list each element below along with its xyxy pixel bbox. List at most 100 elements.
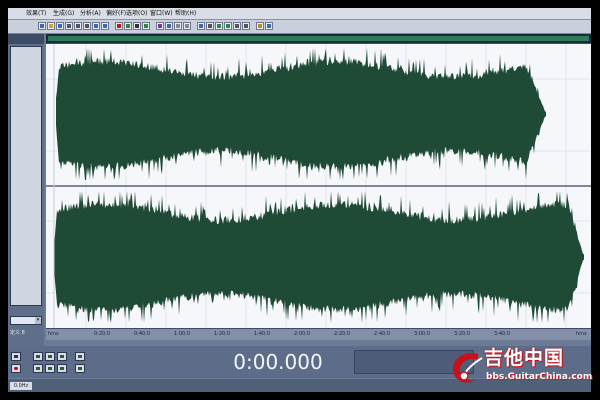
grid-button[interactable]	[242, 22, 250, 30]
time-tick-label: 3:40.0	[494, 331, 510, 337]
record-button[interactable]	[11, 364, 21, 373]
time-tick-label: 1:40.0	[254, 331, 270, 337]
menu-item-help[interactable]: 帮助(H)	[175, 9, 196, 18]
zoom-out-vertical-button[interactable]	[75, 364, 85, 373]
copy-icon	[76, 24, 80, 28]
new-file-icon	[40, 24, 44, 28]
zoom-button[interactable]	[142, 22, 150, 30]
zoom-out-icon	[48, 355, 52, 358]
time-tick-label: 2:00.0	[294, 331, 310, 337]
save-button[interactable]	[56, 22, 64, 30]
grid-icon	[244, 24, 248, 28]
menu-item-window[interactable]: 窗口(W)	[150, 9, 173, 18]
open-icon	[49, 24, 53, 28]
cut-icon	[67, 24, 71, 28]
settings-icon	[208, 24, 212, 28]
open-button[interactable]	[47, 22, 55, 30]
time-tick-label: 3:20.0	[454, 331, 470, 337]
new-file-button[interactable]	[38, 22, 46, 30]
overview-range[interactable]	[48, 36, 589, 41]
zoom-in-icon	[36, 355, 40, 358]
waveform-display[interactable]	[46, 44, 591, 328]
redo-icon	[103, 24, 107, 28]
time-display: 0:00.000	[208, 350, 348, 374]
loop-button[interactable]	[197, 22, 205, 30]
zoom-left-button[interactable]	[33, 364, 43, 373]
meter-button[interactable]	[256, 22, 264, 30]
menu-item-analyze[interactable]: 分析(A)	[80, 9, 101, 18]
status-tab[interactable]: 0.0Hz	[10, 382, 32, 390]
record-icon	[117, 24, 121, 28]
redo-button[interactable]	[101, 22, 109, 30]
multitrack-icon	[158, 24, 162, 28]
zoom-out-horizontal-button[interactable]	[45, 352, 55, 361]
panel-footer-text: 定义 8	[10, 330, 25, 336]
menu-item-favorites[interactable]: 偏好(F)	[106, 9, 126, 18]
time-tick-label: 0:20.0	[94, 331, 110, 337]
save-icon	[58, 24, 62, 28]
zoom-right-button[interactable]	[45, 364, 55, 373]
mix-button[interactable]	[183, 22, 191, 30]
multitrack-button[interactable]	[156, 22, 164, 30]
copy-button[interactable]	[74, 22, 82, 30]
cd-icon	[267, 24, 271, 28]
waveform-view[interactable]: hms 0:20.0 0:40.0 1:00.0 1:20.0 1:40.0 2:00.0 2…	[46, 34, 591, 340]
time-tick-label: 3:00.0	[414, 331, 430, 337]
region-icon	[226, 24, 230, 28]
panel-dropdown[interactable]: ▾	[10, 316, 42, 325]
paste-icon	[85, 24, 89, 28]
spectral-icon	[176, 24, 180, 28]
spectral-button[interactable]	[174, 22, 182, 30]
zoom-selection-icon	[60, 367, 64, 370]
play-button[interactable]	[124, 22, 132, 30]
marker-icon	[217, 24, 221, 28]
screen: 效果(T) 生成(G) 分析(A) 偏好(F) 选项(O) 窗口(W) 帮助(H…	[0, 0, 600, 400]
snap-button[interactable]	[233, 22, 241, 30]
undo-button[interactable]	[92, 22, 100, 30]
edit-view-button[interactable]	[165, 22, 173, 30]
zoom-selection-button[interactable]	[57, 364, 67, 373]
chevron-down-icon[interactable]: ▾	[35, 317, 41, 324]
meter-icon	[258, 24, 262, 28]
snap-icon	[235, 24, 239, 28]
zoom-full-button[interactable]	[57, 352, 67, 361]
time-tick-label: 1:00.0	[174, 331, 190, 337]
menu-item-effects[interactable]: 效果(T)	[26, 9, 46, 18]
stop-button[interactable]	[11, 352, 21, 361]
watermark: 吉他中国 bbs.GuitarChina.com	[448, 346, 594, 392]
settings-button[interactable]	[206, 22, 214, 30]
cd-button[interactable]	[265, 22, 273, 30]
zoom-in-horizontal-button[interactable]	[33, 352, 43, 361]
marker-button[interactable]	[215, 22, 223, 30]
time-tick-label: hms	[48, 331, 59, 337]
zoom-full-icon	[60, 355, 64, 358]
time-tick-label: hms	[576, 331, 587, 337]
overview-bar[interactable]	[46, 34, 591, 43]
menu-bar: 效果(T) 生成(G) 分析(A) 偏好(F) 选项(O) 窗口(W) 帮助(H…	[8, 8, 591, 20]
guitar-logo-icon	[452, 352, 483, 383]
toolbar	[8, 20, 591, 34]
zoom-vertical-icon	[78, 355, 82, 358]
time-ruler[interactable]: hms 0:20.0 0:40.0 1:00.0 1:20.0 1:40.0 2:00.0 2…	[46, 329, 591, 340]
zoom-in-vertical-button[interactable]	[75, 352, 85, 361]
zoom-icon	[144, 24, 148, 28]
time-tick-label: 1:20.0	[214, 331, 230, 337]
undo-icon	[94, 24, 98, 28]
edit-view-icon	[167, 24, 171, 28]
cut-button[interactable]	[65, 22, 73, 30]
menu-item-options[interactable]: 选项(O)	[126, 9, 147, 18]
watermark-url: bbs.GuitarChina.com	[486, 372, 593, 382]
file-list[interactable]	[10, 46, 42, 306]
menu-item-generate[interactable]: 生成(G)	[53, 9, 74, 18]
watermark-title: 吉他中国	[484, 347, 565, 369]
mix-icon	[185, 24, 189, 28]
loop-icon	[199, 24, 203, 28]
stop-icon	[14, 355, 18, 358]
panel-header	[8, 34, 44, 44]
zoom-left-icon	[36, 367, 40, 370]
paste-button[interactable]	[83, 22, 91, 30]
region-button[interactable]	[224, 22, 232, 30]
record-button[interactable]	[115, 22, 123, 30]
time-tick-label: 2:20.0	[334, 331, 350, 337]
stop-button[interactable]	[133, 22, 141, 30]
